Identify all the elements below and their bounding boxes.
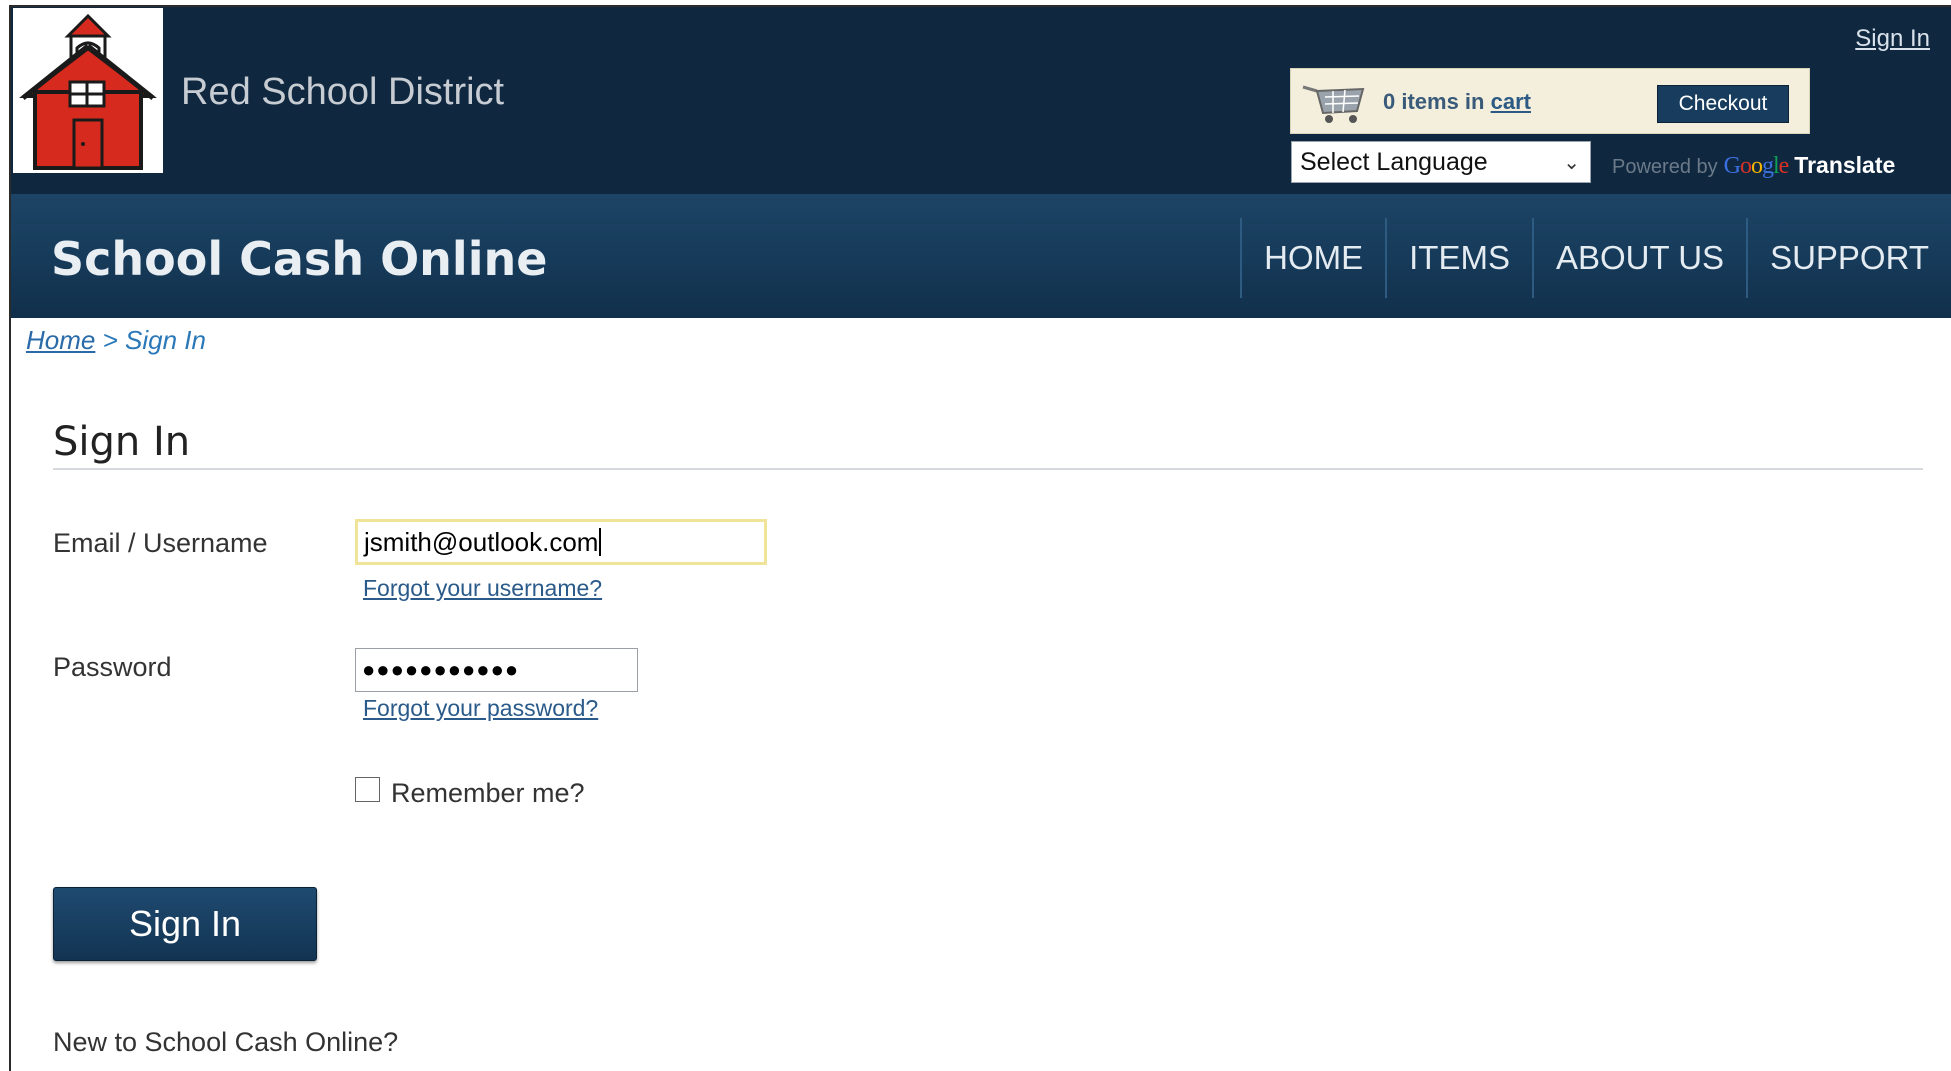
new-user-text: New to School Cash Online? — [53, 1027, 399, 1057]
text-caret — [599, 528, 602, 556]
forgot-username-link[interactable]: Forgot your username? — [363, 575, 602, 602]
cart-icon — [1302, 85, 1365, 123]
school-logo[interactable] — [13, 8, 163, 173]
breadcrumb-separator: > — [102, 325, 118, 355]
header-signin-link[interactable]: Sign In — [1855, 25, 1930, 53]
nav-home[interactable]: HOME — [1240, 218, 1385, 298]
district-name: Red School District — [181, 71, 505, 113]
nav-items[interactable]: ITEMS — [1385, 218, 1532, 298]
top-header: Red School District Sign In 0 items in c… — [11, 7, 1951, 194]
password-label: Password — [53, 652, 172, 682]
breadcrumb-home[interactable]: Home — [26, 325, 95, 355]
password-field[interactable]: ●●●●●●●●●●● — [355, 648, 638, 692]
remember-me-checkbox[interactable] — [355, 777, 380, 802]
forgot-password-link[interactable]: Forgot your password? — [363, 695, 598, 722]
powered-by-prefix: Powered by — [1612, 156, 1718, 178]
sign-in-button[interactable]: Sign In — [53, 887, 317, 961]
email-field-value: jsmith@outlook.com — [364, 526, 599, 557]
schoolhouse-icon — [19, 13, 157, 170]
cart-link[interactable]: cart — [1491, 89, 1531, 114]
main-nav: School Cash Online HOME ITEMS ABOUT US S… — [11, 194, 1951, 318]
nav-menu: HOME ITEMS ABOUT US SUPPORT — [1240, 218, 1951, 298]
translate-label: Translate — [1794, 152, 1896, 178]
cart-summary: 0 items in cart Checkout — [1290, 68, 1810, 134]
language-select[interactable]: Select Language ⌄ — [1291, 141, 1591, 183]
nav-support[interactable]: SUPPORT — [1746, 218, 1951, 298]
cart-count-text: 0 items in cart — [1383, 89, 1531, 115]
app-title: School Cash Online — [51, 232, 548, 286]
breadcrumb: Home > Sign In — [26, 325, 206, 356]
page-title: Sign In — [53, 419, 191, 465]
checkout-button[interactable]: Checkout — [1657, 85, 1789, 123]
password-field-value: ●●●●●●●●●●● — [362, 657, 520, 682]
remember-me-label[interactable]: Remember me? — [391, 778, 585, 809]
breadcrumb-current: Sign In — [125, 325, 206, 355]
chevron-down-icon: ⌄ — [1563, 152, 1580, 174]
language-select-value: Select Language — [1300, 147, 1488, 176]
cart-count: 0 items in — [1383, 89, 1485, 114]
nav-about-us[interactable]: ABOUT US — [1531, 218, 1746, 298]
email-field[interactable]: jsmith@outlook.com — [355, 519, 767, 565]
google-logo: Google — [1723, 153, 1790, 179]
title-divider — [53, 468, 1923, 470]
email-label: Email / Username — [53, 528, 268, 558]
powered-by-google-translate: Powered by Google Translate — [1612, 152, 1895, 180]
page-frame: Red School District Sign In 0 items in c… — [9, 5, 1951, 1071]
